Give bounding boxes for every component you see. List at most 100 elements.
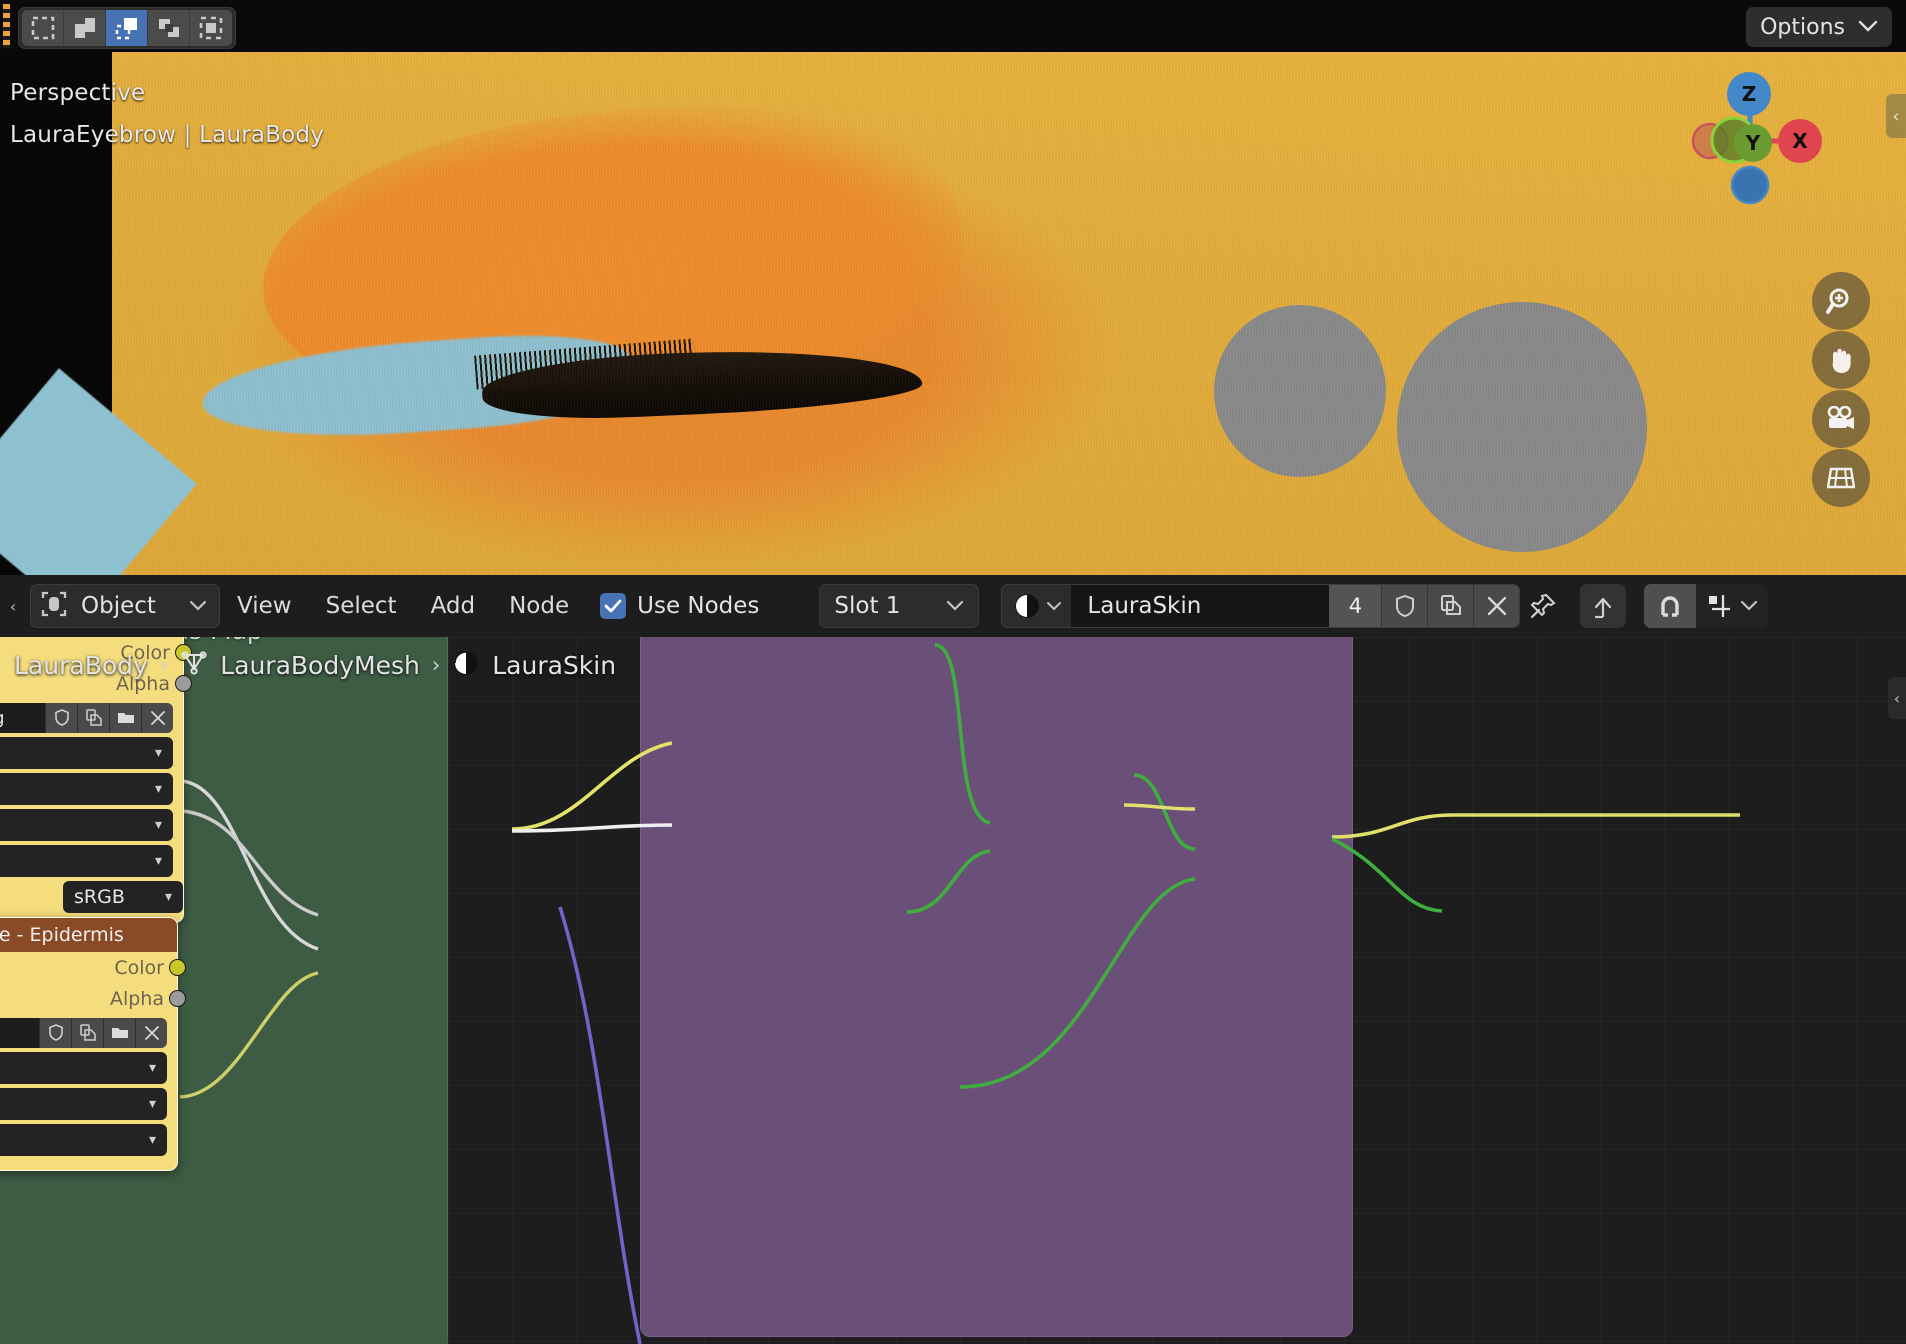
texture-interpolation-dropdown[interactable]: ▾: [0, 1052, 167, 1084]
chevron-down-icon: [946, 597, 964, 616]
blender-window: Perspective LauraEyebrow | LauraBody Opt…: [0, 0, 1906, 1344]
duplicate-icon[interactable]: [77, 703, 109, 733]
material-datablock: LauraSkin 4: [1001, 584, 1521, 628]
viewport-side-tools[interactable]: [1812, 272, 1872, 508]
breadcrumb-item-mesh[interactable]: LauraBodyMesh: [220, 651, 420, 680]
chevron-down-icon: ▾: [154, 745, 162, 761]
close-icon[interactable]: [1473, 585, 1520, 627]
texture-extension-dropdown[interactable]: ▾: [0, 1124, 167, 1156]
camera-icon[interactable]: [1812, 390, 1870, 448]
output-color: Color: [0, 952, 186, 983]
gizmo-axis-x[interactable]: X: [1778, 119, 1822, 163]
menu-node[interactable]: Node: [492, 575, 586, 637]
texture-interpolation-dropdown[interactable]: ▾: [0, 737, 173, 769]
select-mode-toolbar[interactable]: [18, 7, 236, 49]
socket-label: Alpha: [109, 987, 164, 1010]
header-scroll-left-icon[interactable]: ‹: [2, 597, 24, 616]
texture-projection-dropdown[interactable]: ▾: [0, 773, 173, 805]
grid-icon[interactable]: [1812, 449, 1870, 507]
gizmo-y-label: Y: [1745, 131, 1761, 155]
editor-shading-type-label: Object: [81, 593, 156, 619]
shader-editor-header: ‹ Object View Select Add Node Use Nodes …: [0, 575, 1906, 637]
dropdown-value: sRGB: [74, 885, 125, 908]
chevron-down-icon: ▾: [154, 781, 162, 797]
3d-viewport[interactable]: Perspective LauraEyebrow | LauraBody Opt…: [0, 0, 1906, 575]
shield-icon[interactable]: [1381, 585, 1428, 627]
lasso-select-mode-button[interactable]: [106, 10, 148, 46]
image-datablock-field[interactable]: ead.png: [0, 703, 173, 733]
breadcrumb-item-object[interactable]: LauraBody: [14, 651, 148, 680]
breadcrumb-separator: ›: [431, 653, 441, 677]
hand-icon[interactable]: [1812, 331, 1870, 389]
lip-geometry: [248, 76, 976, 448]
breadcrumb-separator: ›: [159, 653, 169, 677]
material-name-value: LauraSkin: [1087, 593, 1202, 619]
folder-icon[interactable]: [103, 1018, 135, 1048]
menu-select[interactable]: Select: [309, 575, 414, 637]
zoom-icon[interactable]: [1812, 272, 1870, 330]
circle-select-mode-button[interactable]: [148, 10, 190, 46]
menu-view[interactable]: View: [220, 575, 309, 637]
node-header[interactable]: ▾ Texture - Epidermis: [0, 918, 177, 952]
node-editor-sidebar-toggle[interactable]: ‹: [1888, 677, 1906, 719]
shield-icon[interactable]: [39, 1018, 71, 1048]
chevron-down-icon: [1858, 18, 1878, 37]
colorspace-row: ace sRGB ▾: [0, 880, 183, 913]
shield-icon[interactable]: [45, 703, 77, 733]
chevron-down-icon: ▾: [154, 817, 162, 833]
chevron-down-icon: ▾: [154, 853, 162, 869]
menu-add[interactable]: Add: [414, 575, 493, 637]
teal-patch-primary: [199, 327, 635, 447]
texture-source-dropdown[interactable]: mage ▾: [0, 845, 173, 877]
close-icon[interactable]: [141, 703, 173, 733]
mesh-data-icon: [180, 649, 208, 681]
box-select-mode-button[interactable]: [64, 10, 106, 46]
chevron-down-icon: [189, 597, 207, 616]
use-nodes-label: Use Nodes: [637, 593, 760, 619]
material-slot-selector[interactable]: Slot 1: [819, 584, 980, 628]
snap-kind-selector[interactable]: [1696, 584, 1769, 628]
close-icon[interactable]: [135, 1018, 167, 1048]
navigation-gizmo[interactable]: Z X Y: [1688, 72, 1822, 208]
viewport-sidebar-toggle[interactable]: ‹: [1886, 94, 1906, 138]
chevron-down-icon: ▾: [148, 1060, 156, 1076]
material-slot-label: Slot 1: [834, 593, 901, 619]
socket-alpha-out[interactable]: [169, 990, 186, 1007]
use-nodes-checkbox[interactable]: Use Nodes: [600, 593, 759, 619]
material-icon: [452, 649, 480, 681]
image-name-value[interactable]: dy: [0, 1018, 39, 1048]
snap-magnet-icon[interactable]: [1644, 584, 1697, 628]
tweak-mode-button[interactable]: [22, 10, 64, 46]
node-body: Color Alpha dy: [0, 952, 186, 1170]
node-editor-canvas[interactable]: Body Epidermis Map Skin Shaders: [0, 637, 1906, 1344]
gizmo-z-label: Z: [1741, 82, 1757, 106]
breadcrumb: LauraBody › LauraBodyMesh › LauraSkin: [14, 649, 616, 681]
editor-shading-type-selector[interactable]: Object: [30, 584, 220, 628]
colorspace-dropdown[interactable]: sRGB ▾: [63, 880, 183, 913]
gizmo-axis-z[interactable]: Z: [1727, 72, 1771, 116]
chevron-down-icon: [1046, 597, 1062, 616]
image-datablock-field[interactable]: dy: [0, 1018, 167, 1048]
go-up-icon[interactable]: [1580, 584, 1627, 628]
checkbox-checked-icon: [600, 593, 627, 619]
viewport-edge-stripe: [3, 4, 10, 48]
material-users-count[interactable]: 4: [1329, 585, 1382, 627]
viewport-options-button[interactable]: Options: [1746, 7, 1892, 47]
gizmo-x-label: X: [1792, 129, 1808, 153]
material-browse-button[interactable]: [1002, 585, 1071, 627]
folder-icon[interactable]: [109, 703, 141, 733]
duplicate-icon[interactable]: [71, 1018, 103, 1048]
breadcrumb-item-material[interactable]: LauraSkin: [492, 651, 616, 680]
socket-color-out[interactable]: [169, 959, 186, 976]
duplicate-icon[interactable]: [1427, 585, 1474, 627]
gizmo-axis-y[interactable]: Y: [1734, 124, 1772, 162]
pin-icon[interactable]: [1520, 584, 1566, 628]
image-name-value[interactable]: ead.png: [0, 703, 45, 733]
frame-skin-shaders[interactable]: Skin Shaders: [640, 637, 1353, 1337]
viewport-render-surface: [112, 52, 1906, 575]
texture-projection-dropdown[interactable]: ▾: [0, 1088, 167, 1120]
extend-select-mode-button[interactable]: [190, 10, 232, 46]
material-name-field[interactable]: LauraSkin: [1071, 585, 1330, 627]
texture-extension-dropdown[interactable]: ▾: [0, 809, 173, 841]
node-texture-epidermis-2[interactable]: ▾ Texture - Epidermis Color Alpha dy: [0, 917, 186, 1171]
